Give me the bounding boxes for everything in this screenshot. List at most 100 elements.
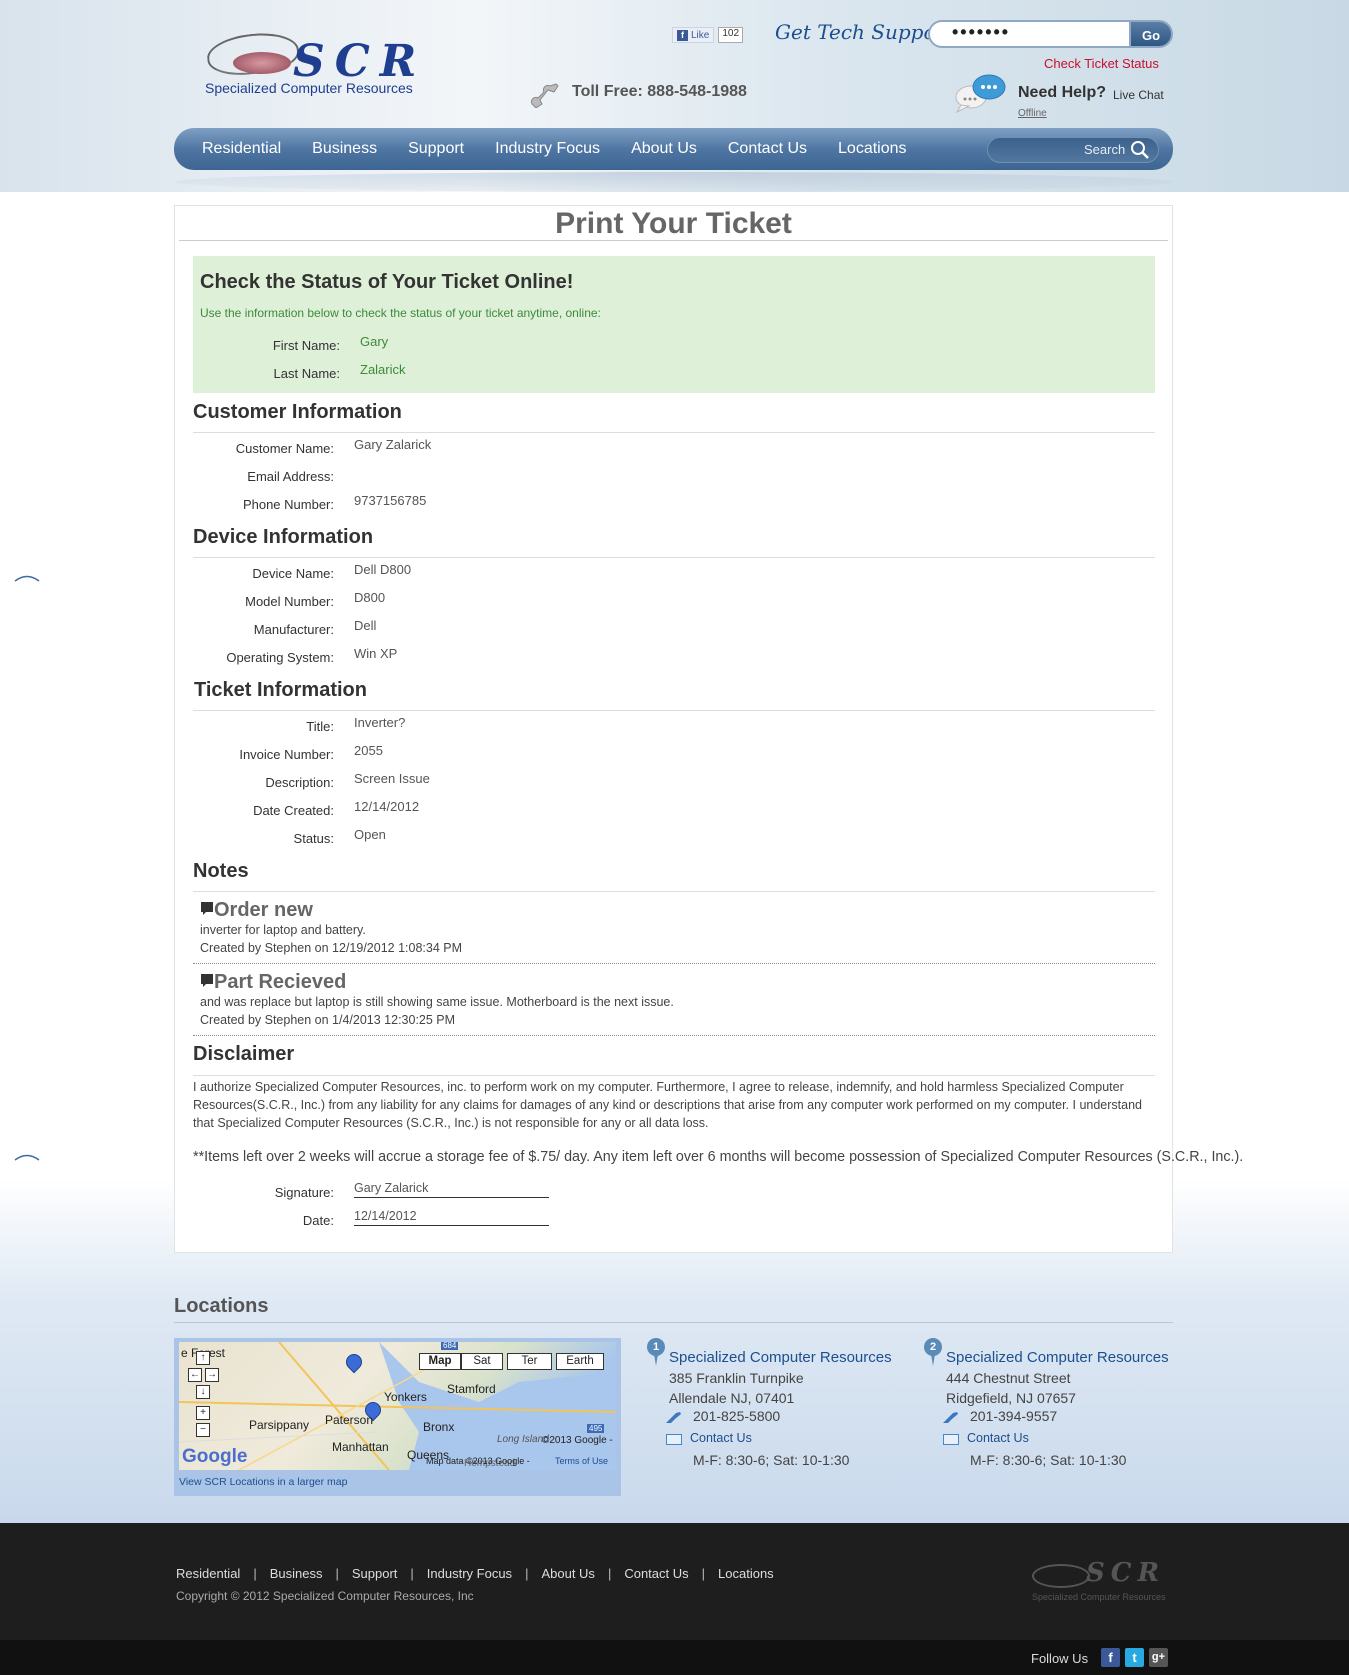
separator: | (701, 1566, 706, 1581)
footer-nav-business[interactable]: Business (270, 1566, 323, 1581)
map-type-map[interactable]: Map (419, 1353, 461, 1370)
map-type-ter[interactable]: Ter (507, 1353, 552, 1370)
description-label: Description: (265, 775, 334, 790)
nav-industry-focus[interactable]: Industry Focus (495, 140, 600, 158)
footer-logo[interactable]: SCR Specialized Computer Resources (1032, 1558, 1166, 1608)
footer-nav-industry-focus[interactable]: Industry Focus (427, 1566, 512, 1581)
divider (193, 557, 1155, 558)
signature-label: Signature: (274, 1185, 334, 1200)
disclaimer-text: I authorize Specialized Computer Resourc… (193, 1080, 1142, 1130)
map-terms-link[interactable]: Terms of Use (555, 1456, 608, 1466)
phone-icon (531, 83, 559, 108)
footer-nav-residential[interactable]: Residential (176, 1566, 240, 1581)
nav-residential[interactable]: Residential (202, 140, 281, 158)
check-ticket-status-link[interactable]: Check Ticket Status (1044, 56, 1159, 71)
divider (193, 710, 1155, 711)
footer-nav-about-us[interactable]: About Us (541, 1566, 594, 1581)
decorative-arc-icon (14, 575, 40, 582)
comment-icon (201, 974, 213, 987)
invoice-number-label: Invoice Number: (239, 747, 334, 762)
nav-contact-us[interactable]: Contact Us (728, 140, 807, 158)
status-heading: Check the Status of Your Ticket Online! (200, 271, 574, 293)
phone-label: Phone Number: (242, 497, 334, 512)
model-number-value: D800 (354, 590, 386, 605)
ticket-number-input[interactable]: ••••••• (928, 20, 1133, 48)
pan-left-icon[interactable]: ← (188, 1368, 202, 1382)
go-button[interactable]: Go (1129, 20, 1173, 48)
separator: | (525, 1566, 529, 1581)
manufacturer-value: Dell (354, 618, 377, 633)
description-value: Screen Issue (354, 771, 430, 786)
notes-heading: Notes (193, 860, 249, 882)
os-label: Operating System: (226, 650, 334, 665)
ticket-info-heading: Ticket Information (194, 679, 367, 701)
map-copyright: ©2013 Google - (542, 1435, 613, 1446)
sign-date-value: 12/14/2012 (354, 1209, 549, 1226)
zoom-out-icon[interactable]: − (196, 1423, 210, 1437)
phone-icon (666, 1412, 681, 1423)
google-logo: Google (182, 1446, 248, 1467)
status-value: Open (354, 827, 386, 842)
map-label: Stamford (447, 1382, 496, 1396)
like-count: 102 (718, 27, 744, 43)
location-marker-icon: 2 (924, 1338, 942, 1366)
map-label: Yonkers (384, 1390, 427, 1404)
pan-right-icon[interactable]: → (205, 1368, 219, 1382)
like-label: Like (691, 29, 710, 41)
map-type-earth[interactable]: Earth (556, 1353, 604, 1370)
facebook-like-widget[interactable]: f Like 102 (672, 27, 744, 43)
chat-status[interactable]: Offline (1018, 108, 1047, 119)
footer-nav-locations[interactable]: Locations (718, 1566, 774, 1581)
envelope-icon (943, 1434, 959, 1445)
google-plus-icon[interactable]: g+ (1149, 1648, 1168, 1667)
status-label: Status: (293, 831, 334, 846)
ticket-title-label: Title: (306, 719, 334, 734)
map-type-sat[interactable]: Sat (461, 1353, 503, 1370)
dotted-divider (193, 963, 1155, 964)
separator: | (410, 1566, 414, 1581)
date-created-label: Date Created: (253, 803, 334, 818)
live-chat-link[interactable]: Live Chat (1113, 88, 1164, 102)
search-icon[interactable] (1130, 140, 1150, 160)
location-name[interactable]: Specialized Computer Resources (669, 1349, 892, 1366)
zoom-in-icon[interactable]: + (196, 1406, 210, 1420)
divider (193, 1075, 1155, 1076)
location-hours: M-F: 8:30-6; Sat: 10-1:30 (693, 1452, 850, 1468)
nav-support[interactable]: Support (408, 140, 464, 158)
mouse-graphic (1032, 1564, 1090, 1588)
separator: | (335, 1566, 339, 1581)
location-name[interactable]: Specialized Computer Resources (946, 1349, 1169, 1366)
view-larger-map-link[interactable]: View SCR Locations in a larger map (179, 1476, 347, 1488)
storage-fee-note: **Items left over 2 weeks will accrue a … (193, 1149, 1244, 1165)
first-name-label: First Name: (272, 338, 340, 353)
pan-down-icon[interactable]: ↓ (196, 1385, 210, 1399)
device-info-heading: Device Information (193, 526, 374, 548)
facebook-like-button[interactable]: f Like (672, 27, 715, 43)
site-logo[interactable]: SCR Specialized Computer Resources (205, 29, 416, 105)
footer-nav-support[interactable]: Support (352, 1566, 398, 1581)
divider (174, 1322, 1173, 1323)
location-contact-link[interactable]: Contact Us (967, 1431, 1029, 1445)
location-marker-icon: 1 (647, 1338, 665, 1366)
invoice-number-value: 2055 (354, 743, 383, 758)
manufacturer-label: Manufacturer: (253, 622, 334, 637)
date-created-value: 12/14/2012 (354, 799, 420, 814)
footer-nav-contact-us[interactable]: Contact Us (624, 1566, 688, 1581)
pan-up-icon[interactable]: ↑ (196, 1351, 210, 1365)
location-contact-link[interactable]: Contact Us (690, 1431, 752, 1445)
nav-business[interactable]: Business (312, 140, 377, 158)
chat-bubble-icon[interactable] (955, 73, 1007, 113)
sign-date-label: Date: (302, 1213, 334, 1228)
device-name-label: Device Name: (252, 566, 334, 581)
footer-logo-subtitle: Specialized Computer Resources (1032, 1592, 1166, 1602)
facebook-icon[interactable]: f (1101, 1648, 1120, 1667)
location-phone: 201-394-9557 (970, 1408, 1058, 1424)
twitter-icon[interactable]: t (1125, 1648, 1144, 1667)
nav-locations[interactable]: Locations (838, 140, 907, 158)
nav-shadow (174, 172, 1173, 192)
logo-subtitle: Specialized Computer Resources (205, 80, 413, 96)
email-label: Email Address: (247, 469, 334, 484)
toll-free-number: Toll Free: 888-548-1988 (572, 83, 747, 100)
last-name-label: Last Name: (273, 366, 340, 381)
nav-about-us[interactable]: About Us (631, 140, 697, 158)
